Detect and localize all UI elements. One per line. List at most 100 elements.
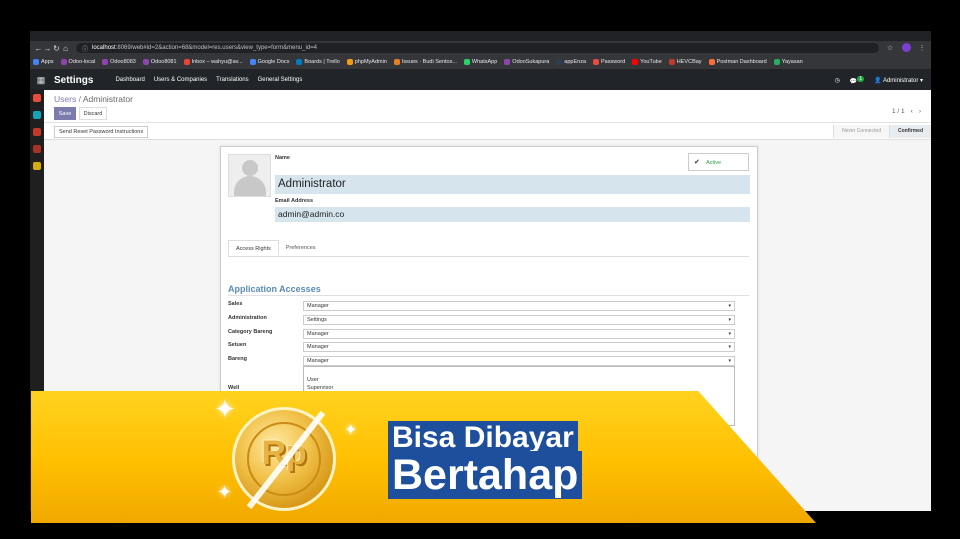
bookmark-item[interactable]: Boards | Trello	[296, 59, 340, 65]
dock-app-icon[interactable]	[33, 162, 41, 170]
app-title[interactable]: Settings	[54, 75, 93, 86]
bookmark-icon	[632, 59, 639, 65]
menu-item[interactable]: Users & Companies	[154, 77, 207, 83]
tab-preferences[interactable]: Preferences	[279, 240, 323, 256]
access-value: Manager	[307, 331, 329, 337]
section-title: Application Accesses	[228, 284, 321, 294]
bookmark-item[interactable]: Postman Dashboard	[708, 59, 767, 65]
name-input[interactable]: Administrator	[275, 175, 750, 194]
star-icon[interactable]: ☆	[885, 44, 895, 52]
bookmark-icon	[463, 59, 470, 65]
home-icon[interactable]: ⌂	[61, 44, 70, 53]
bookmark-item[interactable]: appEnza	[556, 59, 586, 65]
bookmark-label: Inbox – wahyu@av...	[191, 59, 243, 65]
dock-app-icon[interactable]	[33, 111, 41, 119]
access-value: Settings	[307, 317, 327, 323]
bookmark-item[interactable]: Inbox – wahyu@av...	[183, 59, 243, 65]
url-path: :8069/web#id=2&action=68&model=res.users…	[115, 45, 317, 51]
banner-line-1: Bisa Dibayar	[388, 421, 578, 454]
active-toggle-button[interactable]: ✔ Active	[688, 153, 749, 171]
bookmark-item[interactable]: Odoo8083	[102, 59, 136, 65]
form-tabs: Access Rights Preferences	[228, 240, 749, 257]
email-label: Email Address	[275, 198, 314, 204]
reset-password-button[interactable]: Send Reset Password Instructions	[54, 126, 149, 138]
pager: 1 / 1 ‹ ›	[892, 108, 921, 115]
bookmark-item[interactable]: Google Docs	[249, 59, 290, 65]
bookmark-icon	[102, 59, 109, 65]
access-select[interactable]: Settings ▾	[303, 315, 735, 325]
bookmark-label: Odoo-local	[68, 59, 96, 65]
access-select[interactable]: Manager ▾	[303, 342, 735, 352]
bookmark-item[interactable]: HEVCBay	[668, 59, 702, 65]
tab-access-rights[interactable]: Access Rights	[228, 240, 279, 256]
pager-value: 1 / 1	[892, 108, 905, 115]
bookmark-label: Apps	[41, 59, 54, 65]
chevron-left-icon[interactable]: ‹	[911, 108, 913, 115]
access-label: Bareng	[228, 356, 247, 362]
kebab-menu-icon[interactable]: ⋮	[917, 44, 927, 52]
dock-app-icon[interactable]	[33, 145, 41, 153]
stage-confirmed: Confirmed	[889, 125, 931, 138]
browser-tab-bar	[30, 31, 931, 41]
reload-icon[interactable]: ↻	[52, 44, 61, 53]
bookmark-item[interactable]: YouTube	[632, 59, 662, 65]
save-button[interactable]: Save	[54, 107, 76, 120]
bookmark-icon	[296, 59, 303, 65]
bookmark-item[interactable]: Password	[593, 59, 625, 65]
bookmark-icon	[346, 59, 353, 65]
menu-item[interactable]: General Settings	[258, 77, 303, 83]
access-select[interactable]: Manager ▾	[303, 329, 735, 339]
bookmark-label: Google Docs	[257, 59, 290, 65]
bookmark-item[interactable]: Apps	[33, 59, 54, 65]
bookmark-icon	[708, 59, 715, 65]
dock-app-icon[interactable]	[33, 94, 41, 102]
bookmark-item[interactable]: Odoo8081	[142, 59, 177, 65]
bookmark-item[interactable]: WhatsApp	[463, 59, 498, 65]
clock-icon[interactable]: ◷	[835, 77, 840, 84]
access-select[interactable]: Manager ▾	[303, 356, 735, 366]
dock-app-icon[interactable]	[33, 128, 41, 136]
sparkle-icon: ✦	[214, 394, 236, 424]
forward-arrow-icon[interactable]: →	[43, 44, 52, 53]
email-input[interactable]: admin@admin.co	[275, 207, 750, 222]
bookmark-item[interactable]: Odoo-local	[60, 59, 96, 65]
user-menu[interactable]: 👤 Administrator ▾	[874, 77, 923, 84]
bookmark-label: Odoo8083	[110, 59, 136, 65]
bookmark-item[interactable]: phpMyAdmin	[346, 59, 387, 65]
bookmark-label: Yayasan	[781, 59, 803, 65]
bookmark-item[interactable]: Issues · Budi Sentos...	[393, 59, 457, 65]
access-select[interactable]: Manager ▾	[303, 301, 735, 311]
address-bar[interactable]: ⓘ localhost :8069/web#id=2&action=68&mod…	[76, 43, 879, 53]
active-label: Active	[706, 160, 722, 166]
bookmark-item[interactable]: Yayasan	[773, 59, 803, 65]
bookmark-icon	[556, 59, 563, 65]
dropdown-option[interactable]: Supervisor	[307, 384, 731, 392]
bookmark-label: WhatsApp	[471, 59, 498, 65]
url-host: localhost	[92, 45, 116, 51]
discard-button[interactable]: Discard	[79, 107, 107, 120]
user-avatar[interactable]	[228, 154, 271, 197]
back-arrow-icon[interactable]: ←	[34, 44, 43, 53]
access-value: Manager	[307, 358, 329, 364]
menu-item[interactable]: Translations	[216, 77, 248, 83]
bookmark-icon	[33, 59, 39, 65]
bookmark-label: Boards | Trello	[304, 59, 340, 65]
dropdown-arrow-icon: ▾	[728, 331, 731, 337]
control-panel: Users / Administrator Save Discard 1 / 1…	[44, 90, 931, 123]
info-icon: ⓘ	[82, 46, 89, 53]
apps-grid-icon[interactable]: ▦	[30, 75, 52, 86]
navbar-right: ◷ 💬 1 👤 Administrator ▾	[835, 75, 931, 85]
menu-item[interactable]: Dashboard	[115, 77, 144, 83]
profile-icon	[901, 42, 911, 52]
chat-icon[interactable]: 💬 1	[850, 75, 865, 85]
dropdown-option[interactable]: User	[307, 376, 731, 384]
sparkle-icon: ✦	[217, 482, 233, 502]
bookmark-item[interactable]: OdooSukapura	[504, 59, 549, 65]
bookmark-label: appEnza	[564, 59, 587, 65]
profile-avatar[interactable]	[901, 42, 911, 54]
bookmark-label: Postman Dashboard	[716, 59, 767, 65]
breadcrumb-parent[interactable]: Users	[54, 94, 76, 104]
chevron-right-icon[interactable]: ›	[919, 108, 921, 115]
section-divider	[228, 295, 749, 296]
stage-indicator: Never Connected Confirmed	[833, 125, 931, 138]
